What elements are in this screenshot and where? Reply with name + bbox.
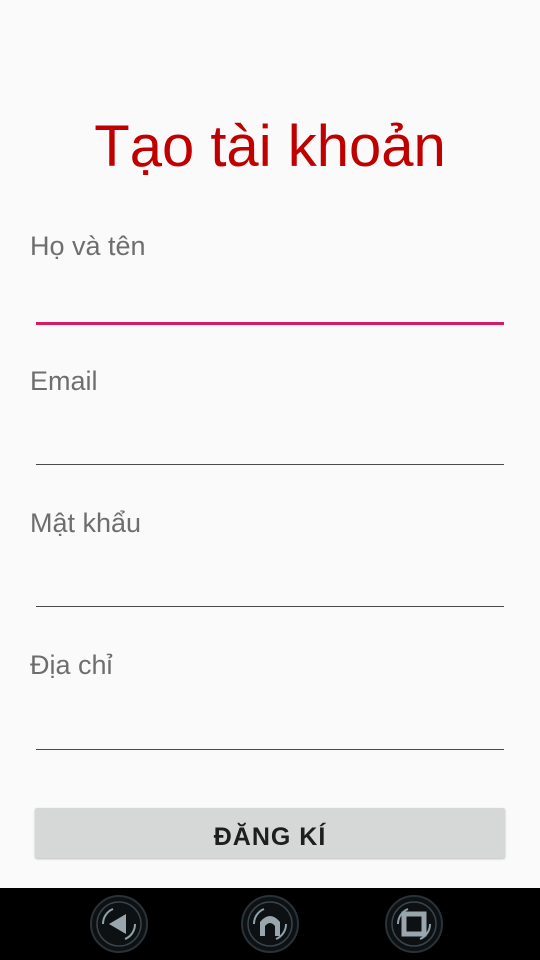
full-name-underline — [36, 322, 504, 325]
full-name-label: Họ và tên — [30, 231, 146, 261]
password-input[interactable] — [36, 567, 504, 607]
address-underline — [36, 749, 504, 750]
email-label: Email — [30, 366, 98, 396]
page-title: Tạo tài khoản — [94, 114, 446, 179]
password-label: Mật khẩu — [30, 508, 142, 538]
email-input[interactable] — [36, 425, 504, 465]
register-button[interactable]: ĐĂNG KÍ — [35, 808, 505, 858]
email-underline — [36, 464, 504, 465]
back-icon[interactable] — [89, 894, 149, 954]
password-underline — [36, 606, 504, 607]
full-name-input[interactable] — [36, 285, 504, 325]
address-label: Địa chỉ — [30, 650, 113, 680]
create-account-screen: Tạo tài khoản Họ và tên Email Mật khẩu Đ… — [0, 0, 540, 960]
system-navbar — [0, 888, 540, 960]
home-icon[interactable] — [240, 894, 300, 954]
address-input[interactable] — [36, 710, 504, 750]
recent-apps-icon[interactable] — [384, 894, 444, 954]
